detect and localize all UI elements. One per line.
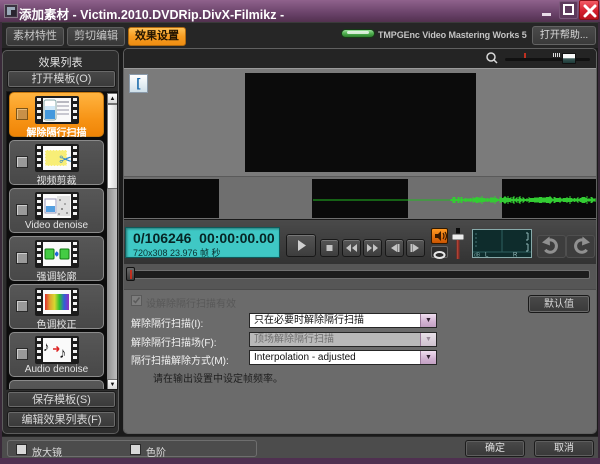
svg-text:L: L	[485, 253, 489, 258]
svg-text:♪: ♪	[43, 339, 50, 354]
svg-text:R: R	[513, 253, 518, 258]
svg-text:dB: dB	[474, 253, 481, 258]
svg-text:✂: ✂	[59, 152, 71, 169]
svg-text:♪: ♪	[59, 345, 67, 362]
